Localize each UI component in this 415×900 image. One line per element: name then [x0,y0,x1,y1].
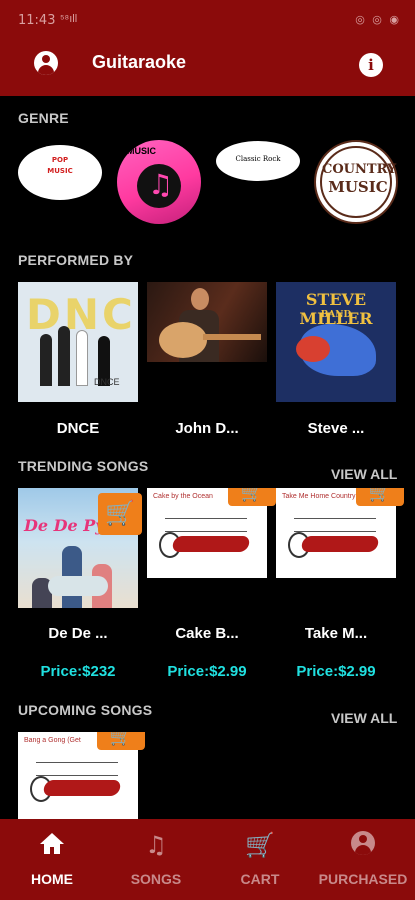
music-note-icon: ♫ [145,831,167,859]
genre-pop-music[interactable]: POP MUSIC [18,145,102,200]
music-note-icon: ♫ [148,168,174,201]
user-icon [351,831,375,855]
cart-icon[interactable]: 🛒 [356,488,404,506]
status-time: 11:43 [18,13,56,28]
bottom-nav: HOME ♫ SONGS 🛒 CART PURCHASED [0,819,415,900]
cart-icon[interactable]: 🛒 [228,488,276,506]
info-icon[interactable]: i [359,53,383,77]
profile-icon[interactable] [34,51,58,75]
cart-icon[interactable]: 🛒 [98,493,142,535]
artist-card-john[interactable] [147,282,267,362]
trending-view-all-link[interactable]: VIEW ALL [331,466,397,482]
upcoming-section-title: UPCOMING SONGS [18,702,153,718]
artist-card-steve[interactable]: STEVE MILLER BAND [276,282,396,402]
nav-label: CART [240,871,280,887]
nav-home[interactable]: HOME [0,819,104,900]
nav-purchased[interactable]: PURCHASED [311,819,415,900]
nav-label: HOME [31,871,73,887]
song-price: Price:$2.99 [296,663,376,680]
artist-label: John D... [175,420,239,437]
song-price: Price:$232 [40,663,116,680]
signal-icon: ⁵⁸ıll [60,13,78,25]
genre-classic-rock[interactable]: Classic Rock [216,141,300,181]
song-label: Take M... [304,625,368,642]
home-icon [40,833,64,855]
performed-by-section-title: PERFORMED BY [18,252,134,268]
trending-section-title: TRENDING SONGS [18,458,149,474]
nav-label: SONGS [130,871,182,887]
upcoming-view-all-link[interactable]: VIEW ALL [331,710,397,726]
status-icons: ◎ ◎ ◉ [355,13,401,26]
genre-music[interactable]: MUSIC ♫ [117,140,201,224]
genre-section-title: GENRE [18,110,69,126]
artist-card-dnce[interactable]: DNCE DNCE [18,282,138,402]
song-label: De De ... [48,625,108,642]
song-price: Price:$2.99 [167,663,247,680]
artist-label: DNCE [56,420,100,437]
status-bar: 11:43 ⁵⁸ıll ◎ ◎ ◉ [0,0,415,40]
artist-label: Steve ... [307,420,365,437]
song-label: Cake B... [175,625,239,642]
nav-label: PURCHASED [318,871,408,887]
nav-songs[interactable]: ♫ SONGS [104,819,208,900]
genre-country-music[interactable]: COUNTRY MUSIC [314,140,398,224]
cart-icon: 🛒 [245,831,275,859]
app-bar: Guitaraoke [0,40,415,96]
app-title: Guitaraoke [92,52,187,72]
cart-icon[interactable]: 🛒 [97,732,145,750]
nav-cart[interactable]: 🛒 CART [208,819,312,900]
